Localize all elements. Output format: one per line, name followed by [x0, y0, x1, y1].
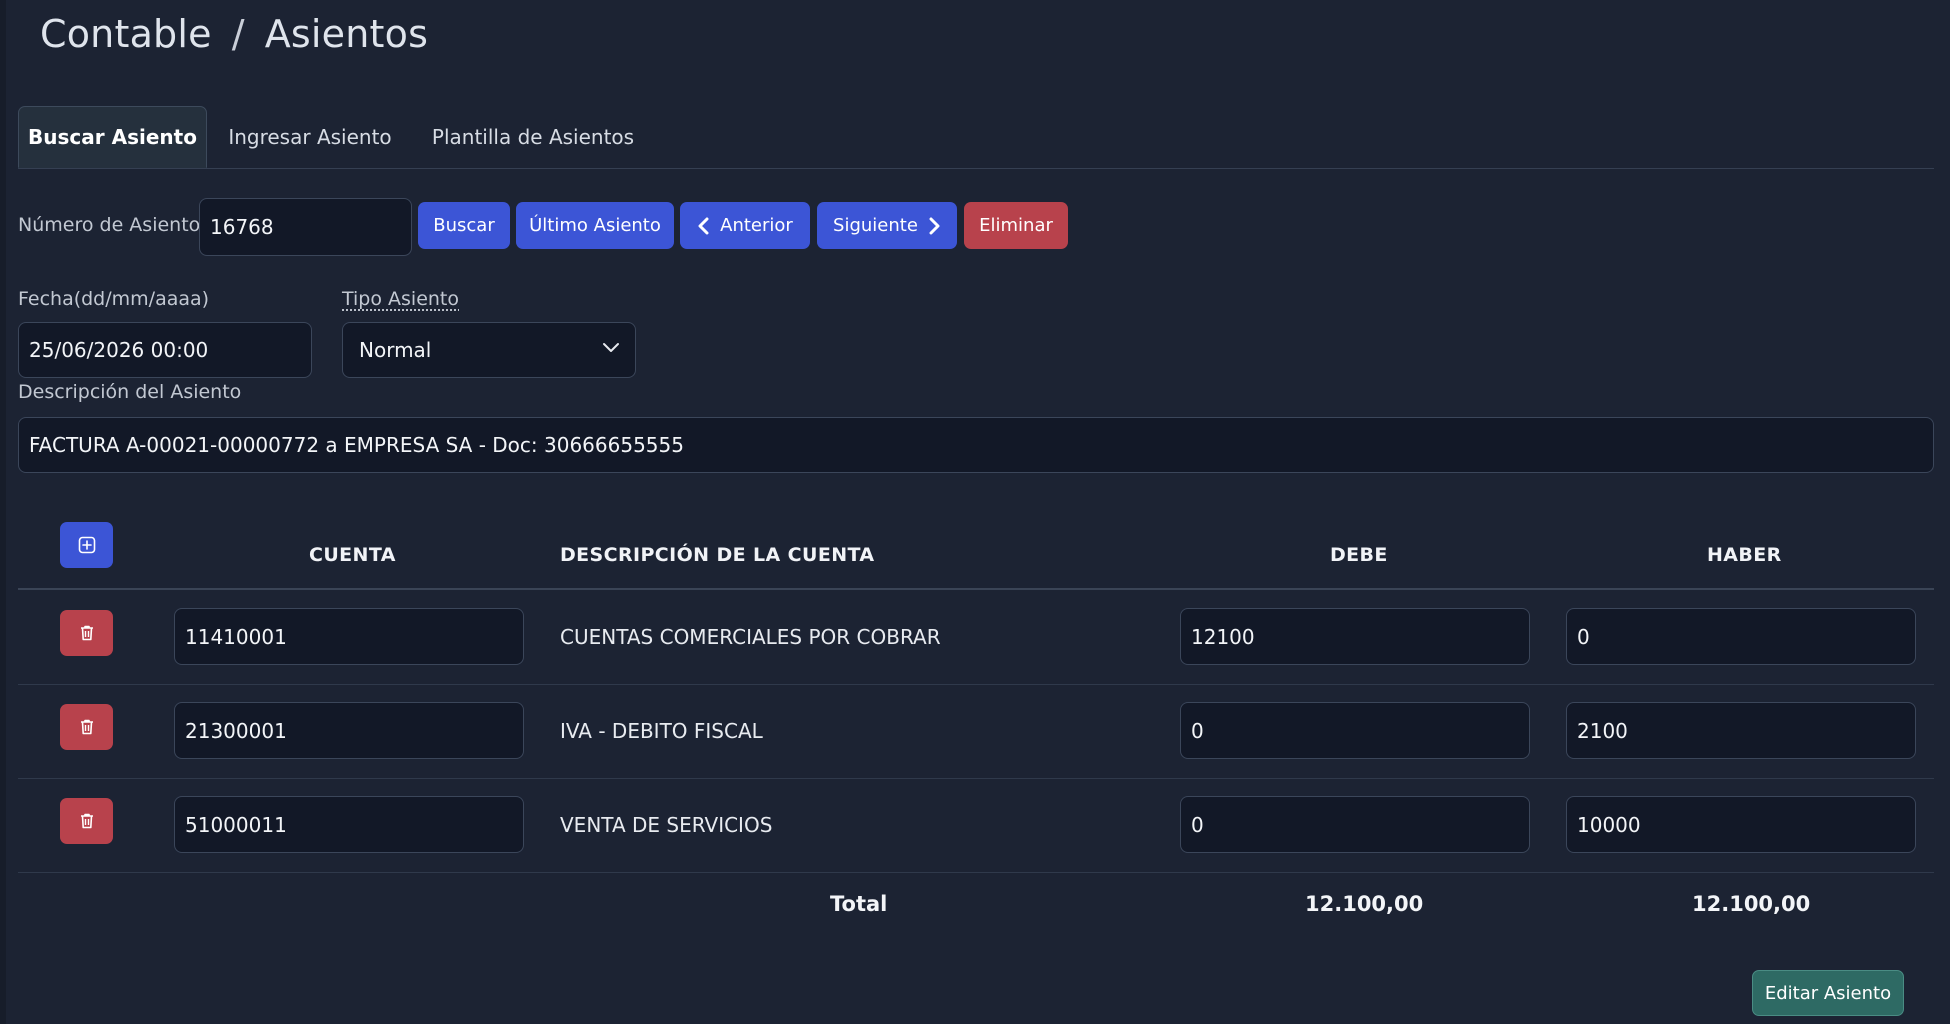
table-row: CUENTAS COMERCIALES POR COBRAR [18, 590, 1934, 685]
numero-asiento-label: Número de Asiento [18, 214, 201, 236]
chevron-left-icon [698, 217, 709, 234]
delete-row-button[interactable] [60, 704, 113, 750]
fecha-label: Fecha(dd/mm/aaaa) [18, 288, 210, 310]
ultimo-asiento-button[interactable]: Último Asiento [516, 202, 674, 249]
plus-square-icon [78, 536, 95, 554]
delete-row-button[interactable] [60, 798, 113, 844]
trash-icon [80, 813, 93, 829]
buscar-button[interactable]: Buscar [418, 202, 510, 249]
siguiente-button[interactable]: Siguiente [817, 202, 957, 249]
add-row-button[interactable] [60, 522, 113, 568]
breadcrumb-separator: / [231, 12, 245, 56]
header-descripcion: DESCRIPCIÓN DE LA CUENTA [560, 544, 875, 566]
table-row: VENTA DE SERVICIOS [18, 778, 1934, 873]
haber-input[interactable] [1566, 796, 1916, 853]
header-debe: DEBE [1330, 544, 1388, 566]
descripcion-input[interactable] [18, 417, 1934, 473]
tab-bar: Buscar Asiento Ingresar Asiento Plantill… [18, 106, 1934, 169]
cuenta-descripcion: VENTA DE SERVICIOS [560, 813, 773, 837]
breadcrumb-page: Asientos [264, 12, 429, 56]
fecha-input[interactable] [18, 322, 312, 378]
header-haber: HABER [1707, 544, 1782, 566]
delete-row-button[interactable] [60, 610, 113, 656]
cuenta-input[interactable] [174, 702, 524, 759]
tab-ingresar-asiento[interactable]: Ingresar Asiento [220, 106, 400, 168]
descripcion-label: Descripción del Asiento [18, 381, 242, 403]
cuenta-descripcion: IVA - DEBITO FISCAL [560, 719, 763, 743]
editar-asiento-button[interactable]: Editar Asiento [1752, 970, 1904, 1016]
header-cuenta: CUENTA [309, 544, 396, 566]
table-row: IVA - DEBITO FISCAL [18, 684, 1934, 779]
breadcrumb: Contable / Asientos [40, 12, 428, 56]
left-edge [0, 0, 6, 1024]
trash-icon [80, 719, 93, 735]
haber-input[interactable] [1566, 702, 1916, 759]
numero-asiento-input[interactable] [199, 198, 412, 256]
anterior-label: Anterior [720, 215, 793, 236]
tipo-asiento-label: Tipo Asiento [342, 288, 460, 310]
chevron-right-icon [929, 217, 940, 234]
haber-input[interactable] [1566, 608, 1916, 665]
eliminar-button[interactable]: Eliminar [964, 202, 1068, 249]
tab-plantilla-de-asientos[interactable]: Plantilla de Asientos [418, 106, 648, 168]
debe-input[interactable] [1180, 796, 1530, 853]
breadcrumb-section: Contable [40, 12, 212, 56]
siguiente-label: Siguiente [833, 215, 918, 236]
debe-input[interactable] [1180, 702, 1530, 759]
anterior-button[interactable]: Anterior [680, 202, 810, 249]
tipo-asiento-select[interactable]: Normal [342, 322, 636, 378]
cuenta-input[interactable] [174, 608, 524, 665]
tipo-asiento-value[interactable]: Normal [342, 322, 636, 378]
cuenta-descripcion: CUENTAS COMERCIALES POR COBRAR [560, 625, 941, 649]
total-label: Total [830, 892, 888, 916]
table-header: CUENTA DESCRIPCIÓN DE LA CUENTA DEBE HAB… [18, 516, 1934, 590]
total-debe: 12.100,00 [1305, 892, 1424, 916]
tab-buscar-asiento[interactable]: Buscar Asiento [18, 106, 207, 168]
total-haber: 12.100,00 [1692, 892, 1811, 916]
chevron-down-icon [603, 343, 619, 352]
cuenta-input[interactable] [174, 796, 524, 853]
debe-input[interactable] [1180, 608, 1530, 665]
trash-icon [80, 625, 93, 641]
